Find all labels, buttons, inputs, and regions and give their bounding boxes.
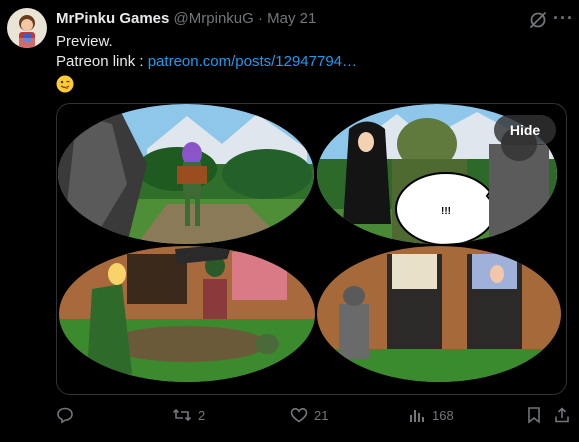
patreon-label: Patreon link :	[56, 53, 144, 70]
repost-button[interactable]: 2	[172, 406, 205, 424]
speech-bubble-text: !!!	[441, 206, 451, 217]
more-options-icon[interactable]: ···	[553, 8, 574, 29]
winking-tongue-face-icon	[56, 75, 74, 93]
heart-icon	[290, 407, 308, 423]
like-button[interactable]: 21	[290, 406, 328, 424]
avatar[interactable]	[7, 8, 47, 48]
views-count: 168	[432, 407, 454, 423]
author-handle[interactable]: @MrpinkuG	[174, 10, 254, 27]
repost-count: 2	[198, 407, 206, 423]
comic-panel-4	[317, 246, 561, 382]
views-icon	[410, 410, 424, 422]
repost-icon	[172, 408, 192, 422]
reply-button[interactable]	[56, 406, 80, 424]
grok-icon[interactable]	[528, 10, 548, 30]
post-media[interactable]: !!!	[56, 103, 567, 395]
hide-button[interactable]: Hide	[494, 115, 556, 145]
post-text-line2: Patreon link : patreon.com/posts/1294779…	[56, 53, 357, 70]
post-header: MrPinku Games @MrpinkuG · May 21	[56, 10, 316, 27]
share-icon	[555, 407, 569, 423]
reply-icon	[57, 407, 73, 424]
post-date[interactable]: May 21	[267, 10, 316, 27]
comic-panel-1	[58, 104, 314, 244]
post-text-line1: Preview.	[56, 33, 113, 50]
separator: ·	[257, 10, 263, 27]
share-button[interactable]	[553, 406, 571, 424]
views-button[interactable]: 168	[408, 406, 454, 424]
comic-panel-3	[59, 246, 315, 382]
author-name[interactable]: MrPinku Games	[56, 10, 169, 27]
bookmark-icon	[528, 407, 540, 424]
bookmark-button[interactable]	[526, 406, 542, 424]
patreon-link[interactable]: patreon.com/posts/12947794…	[148, 53, 357, 70]
like-count: 21	[314, 407, 329, 423]
